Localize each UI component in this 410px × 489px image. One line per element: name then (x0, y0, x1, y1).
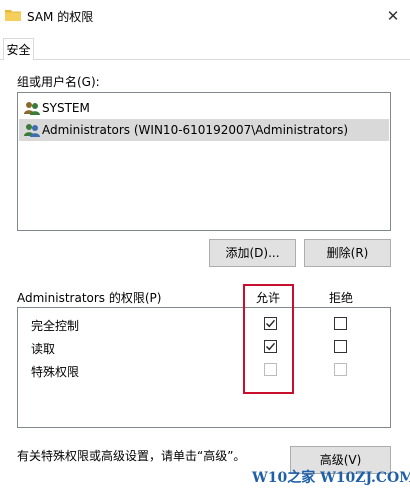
window-title: SAM 的权限 (27, 10, 94, 24)
deny-column-header: 拒绝 (329, 291, 354, 305)
list-item[interactable]: SYSTEM (19, 97, 389, 119)
permission-label-special: 特殊权限 (31, 365, 80, 379)
group-list[interactable]: SYSTEM Administrators (WIN10-610192007\A… (17, 92, 391, 231)
tab-security[interactable]: 安全 (3, 38, 34, 61)
list-item-selected[interactable]: Administrators (WIN10-610192007\Administ… (19, 119, 389, 141)
user-group-icon (23, 100, 41, 116)
list-item-label: SYSTEM (42, 101, 90, 115)
add-button[interactable]: 添加(D)... (209, 239, 296, 267)
advanced-hint-text: 有关特殊权限或高级设置，请单击“高级”。 (17, 449, 246, 463)
title-bar: SAM 的权限 ✕ (0, 0, 410, 32)
watermark-logo: W10之家 W10ZJ.COM (252, 470, 410, 486)
remove-button[interactable]: 删除(R) (304, 239, 391, 267)
permission-label-read: 读取 (31, 342, 56, 356)
special-deny-checkbox (334, 363, 347, 376)
tab-bar (0, 32, 410, 60)
group-list-label: 组或用户名(G): (17, 75, 100, 89)
read-deny-checkbox[interactable] (334, 340, 347, 353)
full-control-deny-checkbox[interactable] (334, 317, 347, 330)
close-icon[interactable]: ✕ (382, 6, 404, 26)
list-item-label: Administrators (WIN10-610192007\Administ… (42, 123, 349, 137)
folder-icon (5, 9, 21, 21)
permissions-header: Administrators 的权限(P) (17, 291, 162, 305)
permission-label-full-control: 完全控制 (31, 319, 80, 333)
user-group-icon (23, 122, 41, 138)
allow-column-highlight (243, 284, 294, 394)
